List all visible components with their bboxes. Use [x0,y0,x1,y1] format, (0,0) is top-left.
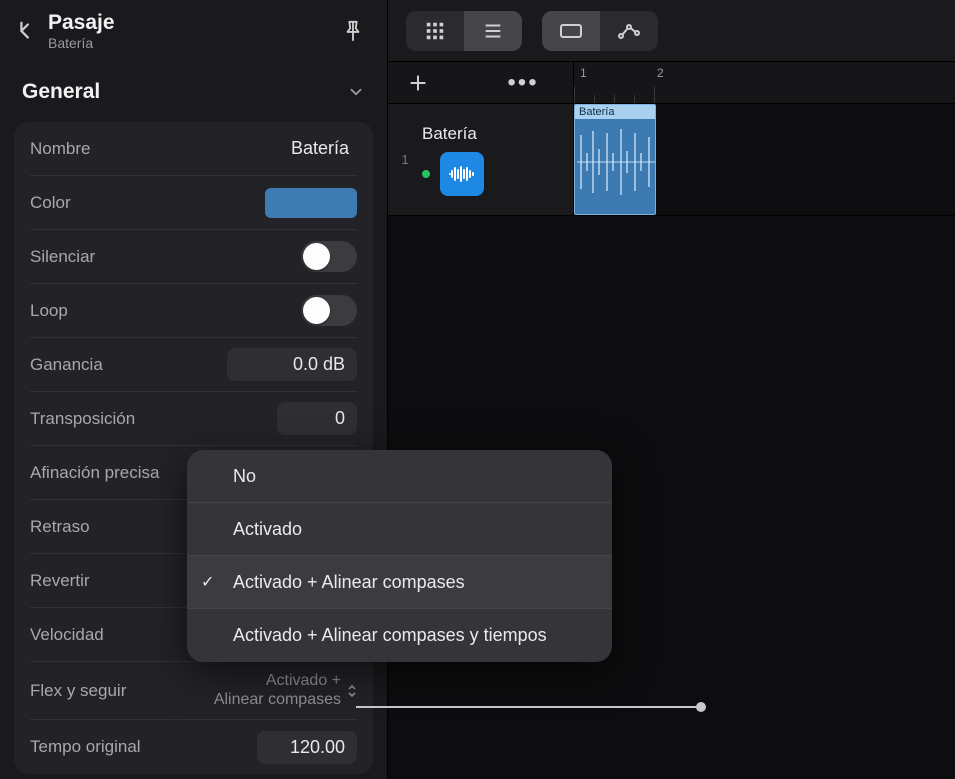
pin-icon[interactable] [335,13,371,49]
flex-follow-menu: No Activado ✓ Activado + Alinear compase… [187,450,612,662]
automation-segment [542,11,658,51]
label-name: Nombre [30,139,90,159]
tracks-header: ••• 1 2 [388,62,955,104]
annotation-line [356,706,700,708]
color-swatch[interactable] [265,188,357,218]
menu-item-label: Activado [233,519,302,540]
back-arrow-icon[interactable] [12,17,40,45]
mute-toggle[interactable] [301,241,357,272]
main-toolbar [388,0,955,62]
grid-view-button[interactable] [406,11,464,51]
ruler-tick-1: 1 [580,66,587,80]
label-delay: Retraso [30,517,90,537]
check-icon: ✓ [201,572,214,592]
gain-field[interactable]: 0.0 dB [227,348,357,381]
label-flex-follow: Flex y seguir [30,681,126,701]
row-orig-tempo: Tempo original 120.00 [30,720,357,774]
menu-item-no[interactable]: No [187,450,612,503]
automation-view-button[interactable] [600,11,658,51]
menu-item-label: Activado + Alinear compases y tiempos [233,625,547,646]
row-transpose: Transposición 0 [30,392,357,446]
menu-item-on[interactable]: Activado [187,503,612,556]
transpose-field[interactable]: 0 [277,402,357,435]
row-name: Nombre Batería [30,122,357,176]
row-flex-follow: Flex y seguir Activado + Alinear compase… [30,662,357,720]
row-gain: Ganancia 0.0 dB [30,338,357,392]
view-mode-segment [406,11,522,51]
name-field[interactable]: Batería [247,132,357,165]
list-view-button[interactable] [464,11,522,51]
label-loop: Loop [30,301,68,321]
region-view-button[interactable] [542,11,600,51]
general-panel: Nombre Batería Color Silenciar Loop Gana… [14,122,373,774]
region-area[interactable]: Batería [574,104,955,215]
tracks-more-button[interactable]: ••• [493,69,553,97]
orig-tempo-field[interactable]: 120.00 [257,731,357,764]
label-color: Color [30,193,71,213]
row-mute: Silenciar [30,230,357,284]
region-title: Batería [575,105,655,119]
track-number: 1 [398,152,412,167]
flex-follow-line2: Alinear compases [214,691,341,709]
loop-toggle[interactable] [301,295,357,326]
track-status-dot [422,170,430,178]
chevron-down-icon [347,83,365,101]
menu-item-on-align-bars-beats[interactable]: Activado + Alinear compases y tiempos [187,609,612,662]
section-title: General [22,80,100,104]
annotation-dot [696,702,706,712]
section-header-general[interactable]: General [0,62,387,122]
inspector-header: Pasaje Batería [0,0,387,62]
inspector-sidebar: Pasaje Batería General Nombre Batería Co… [0,0,388,779]
waveform-icon [577,123,653,210]
label-mute: Silenciar [30,247,95,267]
ruler-tick-2: 2 [657,66,664,80]
track-row: 1 Batería Batería [388,104,955,216]
row-color: Color [30,176,357,230]
flex-follow-select[interactable]: Activado + Alinear compases [214,672,357,709]
audio-region[interactable]: Batería [574,104,656,215]
track-header[interactable]: 1 Batería [388,104,574,215]
menu-item-label: Activado + Alinear compases [233,572,465,593]
header-subtitle: Batería [48,35,115,51]
label-transpose: Transposición [30,409,135,429]
label-finetune: Afinación precisa [30,463,159,483]
row-loop: Loop [30,284,357,338]
main-area: ••• 1 2 1 Batería [388,0,955,779]
label-gain: Ganancia [30,355,103,375]
label-reverse: Revertir [30,571,90,591]
label-orig-tempo: Tempo original [30,737,141,757]
track-name-label: Batería [422,124,484,144]
timeline-ruler[interactable]: 1 2 [574,62,955,103]
label-speed: Velocidad [30,625,104,645]
menu-item-on-align-bars[interactable]: ✓ Activado + Alinear compases [187,556,612,609]
header-title: Pasaje [48,11,115,35]
add-track-button[interactable] [388,73,448,93]
menu-item-label: No [233,466,256,487]
updown-icon [347,682,357,700]
track-type-icon [440,152,484,196]
flex-follow-line1: Activado + [214,672,341,690]
